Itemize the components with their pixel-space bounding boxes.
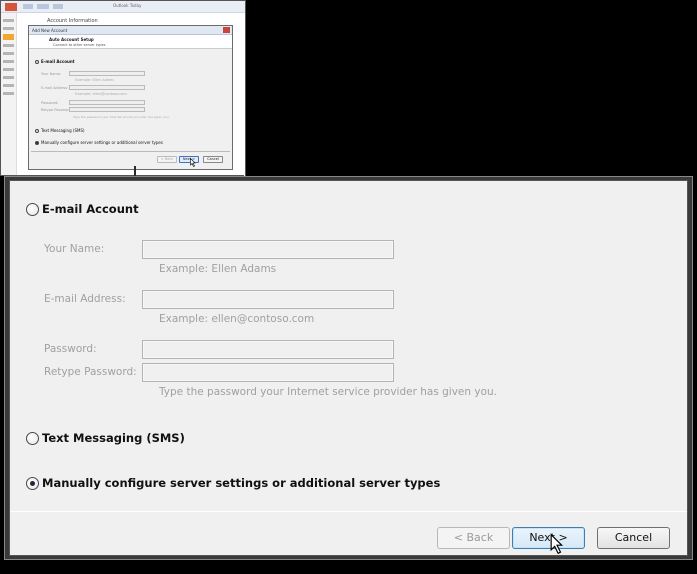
cancel-button[interactable]: Cancel: [597, 527, 670, 549]
sms-label: Text Messaging (SMS): [42, 431, 185, 445]
email-address-example: Example: ellen@contoso.com: [159, 313, 315, 325]
your-name-example: Example: Ellen Adams: [159, 263, 277, 275]
manual-config-option[interactable]: Manually configure server settings or ad…: [26, 476, 440, 490]
thumbnail-side-item-active: [3, 34, 14, 40]
zoomed-dialog: E-mail Account Your Name: Example: Ellen…: [4, 176, 693, 560]
thumbnail-side-item: [3, 76, 14, 79]
thumbnail-header-subtitle: Connect to other server types: [53, 43, 106, 47]
password-hint: Type the password your Internet service …: [159, 386, 497, 398]
thumbnail-cancel-button: Cancel: [203, 156, 223, 163]
thumbnail-cursor-icon: [190, 158, 196, 167]
thumbnail-field: [69, 107, 145, 112]
thumbnail-close-icon: [223, 27, 230, 33]
thumbnail-email-option: E-mail Account: [35, 59, 75, 64]
thumbnail-label: E-mail Address:: [41, 86, 69, 90]
thumbnail-tab: [53, 4, 63, 9]
manual-config-radio[interactable]: [26, 476, 39, 490]
sms-option[interactable]: Text Messaging (SMS): [26, 431, 185, 445]
thumbnail-tab: [23, 4, 33, 9]
thumbnail-app-title: Outlook Today: [113, 3, 142, 8]
button-separator: [10, 511, 687, 512]
thumbnail-field: [69, 85, 145, 90]
thumbnail-next-button: Next >: [179, 156, 199, 163]
password-label: Password:: [44, 343, 97, 355]
thumbnail-side-item: [3, 92, 14, 95]
thumbnail-tab: [37, 4, 49, 9]
thumbnail-dialog-title: Add New Account: [29, 26, 232, 35]
thumbnail-field: [69, 100, 145, 105]
email-account-label: E-mail Account: [42, 202, 139, 216]
your-name-label: Your Name:: [44, 243, 105, 255]
thumbnail-side-item: [3, 52, 14, 55]
thumbnail-window: Outlook Today Account Information Add Ne…: [0, 0, 246, 176]
thumbnail-sidebar: [1, 13, 17, 175]
email-account-radio[interactable]: [26, 202, 39, 216]
mouse-pointer-icon: [550, 533, 564, 555]
thumbnail-side-item: [3, 68, 14, 71]
thumbnail-main-title: Account Information: [47, 18, 98, 24]
thumbnail-label: Retype Password:: [41, 108, 72, 112]
retype-password-label: Retype Password:: [44, 366, 137, 378]
manual-config-label: Manually configure server settings or ad…: [42, 476, 441, 490]
thumbnail-manual-option: Manually configure server settings or ad…: [35, 140, 163, 145]
sms-radio[interactable]: [26, 431, 39, 445]
thumbnail-ribbon: Outlook Today: [1, 1, 245, 13]
thumbnail-header-title: Auto Account Setup: [49, 37, 94, 42]
thumbnail-side-item: [3, 19, 14, 22]
thumbnail-sms-option: Text Messaging (SMS): [35, 128, 85, 133]
thumbnail-side-item: [3, 84, 14, 87]
thumbnail-example: Example: ellen@contoso.com: [75, 92, 127, 96]
thumbnail-password-hint: Type the password your Internet service …: [73, 115, 170, 119]
thumbnail-back-button: < Back: [157, 156, 177, 163]
thumbnail-dialog: Add New Account Auto Account Setup Conne…: [28, 25, 233, 170]
email-address-field[interactable]: [142, 290, 394, 309]
thumbnail-dialog-header: Auto Account Setup Connect to other serv…: [29, 35, 232, 49]
thumbnail-file-tab: [5, 3, 17, 11]
screenshot: Outlook Today Account Information Add Ne…: [0, 0, 697, 574]
password-field[interactable]: [142, 340, 394, 359]
next-button[interactable]: Next >: [512, 527, 585, 549]
back-button[interactable]: < Back: [437, 527, 510, 549]
thumbnail-side-item: [3, 44, 14, 47]
thumbnail-separator: [31, 151, 230, 152]
dialog-body: E-mail Account Your Name: Example: Ellen…: [9, 180, 688, 556]
your-name-field[interactable]: [142, 240, 394, 259]
retype-password-field[interactable]: [142, 363, 394, 382]
thumbnail-label: Password:: [41, 101, 59, 105]
thumbnail-example: Example: Ellen Adams: [75, 78, 115, 82]
thumbnail-field: [69, 71, 145, 76]
thumbnail-side-item: [3, 27, 14, 30]
thumbnail-side-item: [3, 60, 14, 63]
thumbnail-label: Your Name:: [41, 72, 62, 76]
email-account-option[interactable]: E-mail Account: [26, 202, 139, 216]
email-address-label: E-mail Address:: [44, 293, 126, 305]
